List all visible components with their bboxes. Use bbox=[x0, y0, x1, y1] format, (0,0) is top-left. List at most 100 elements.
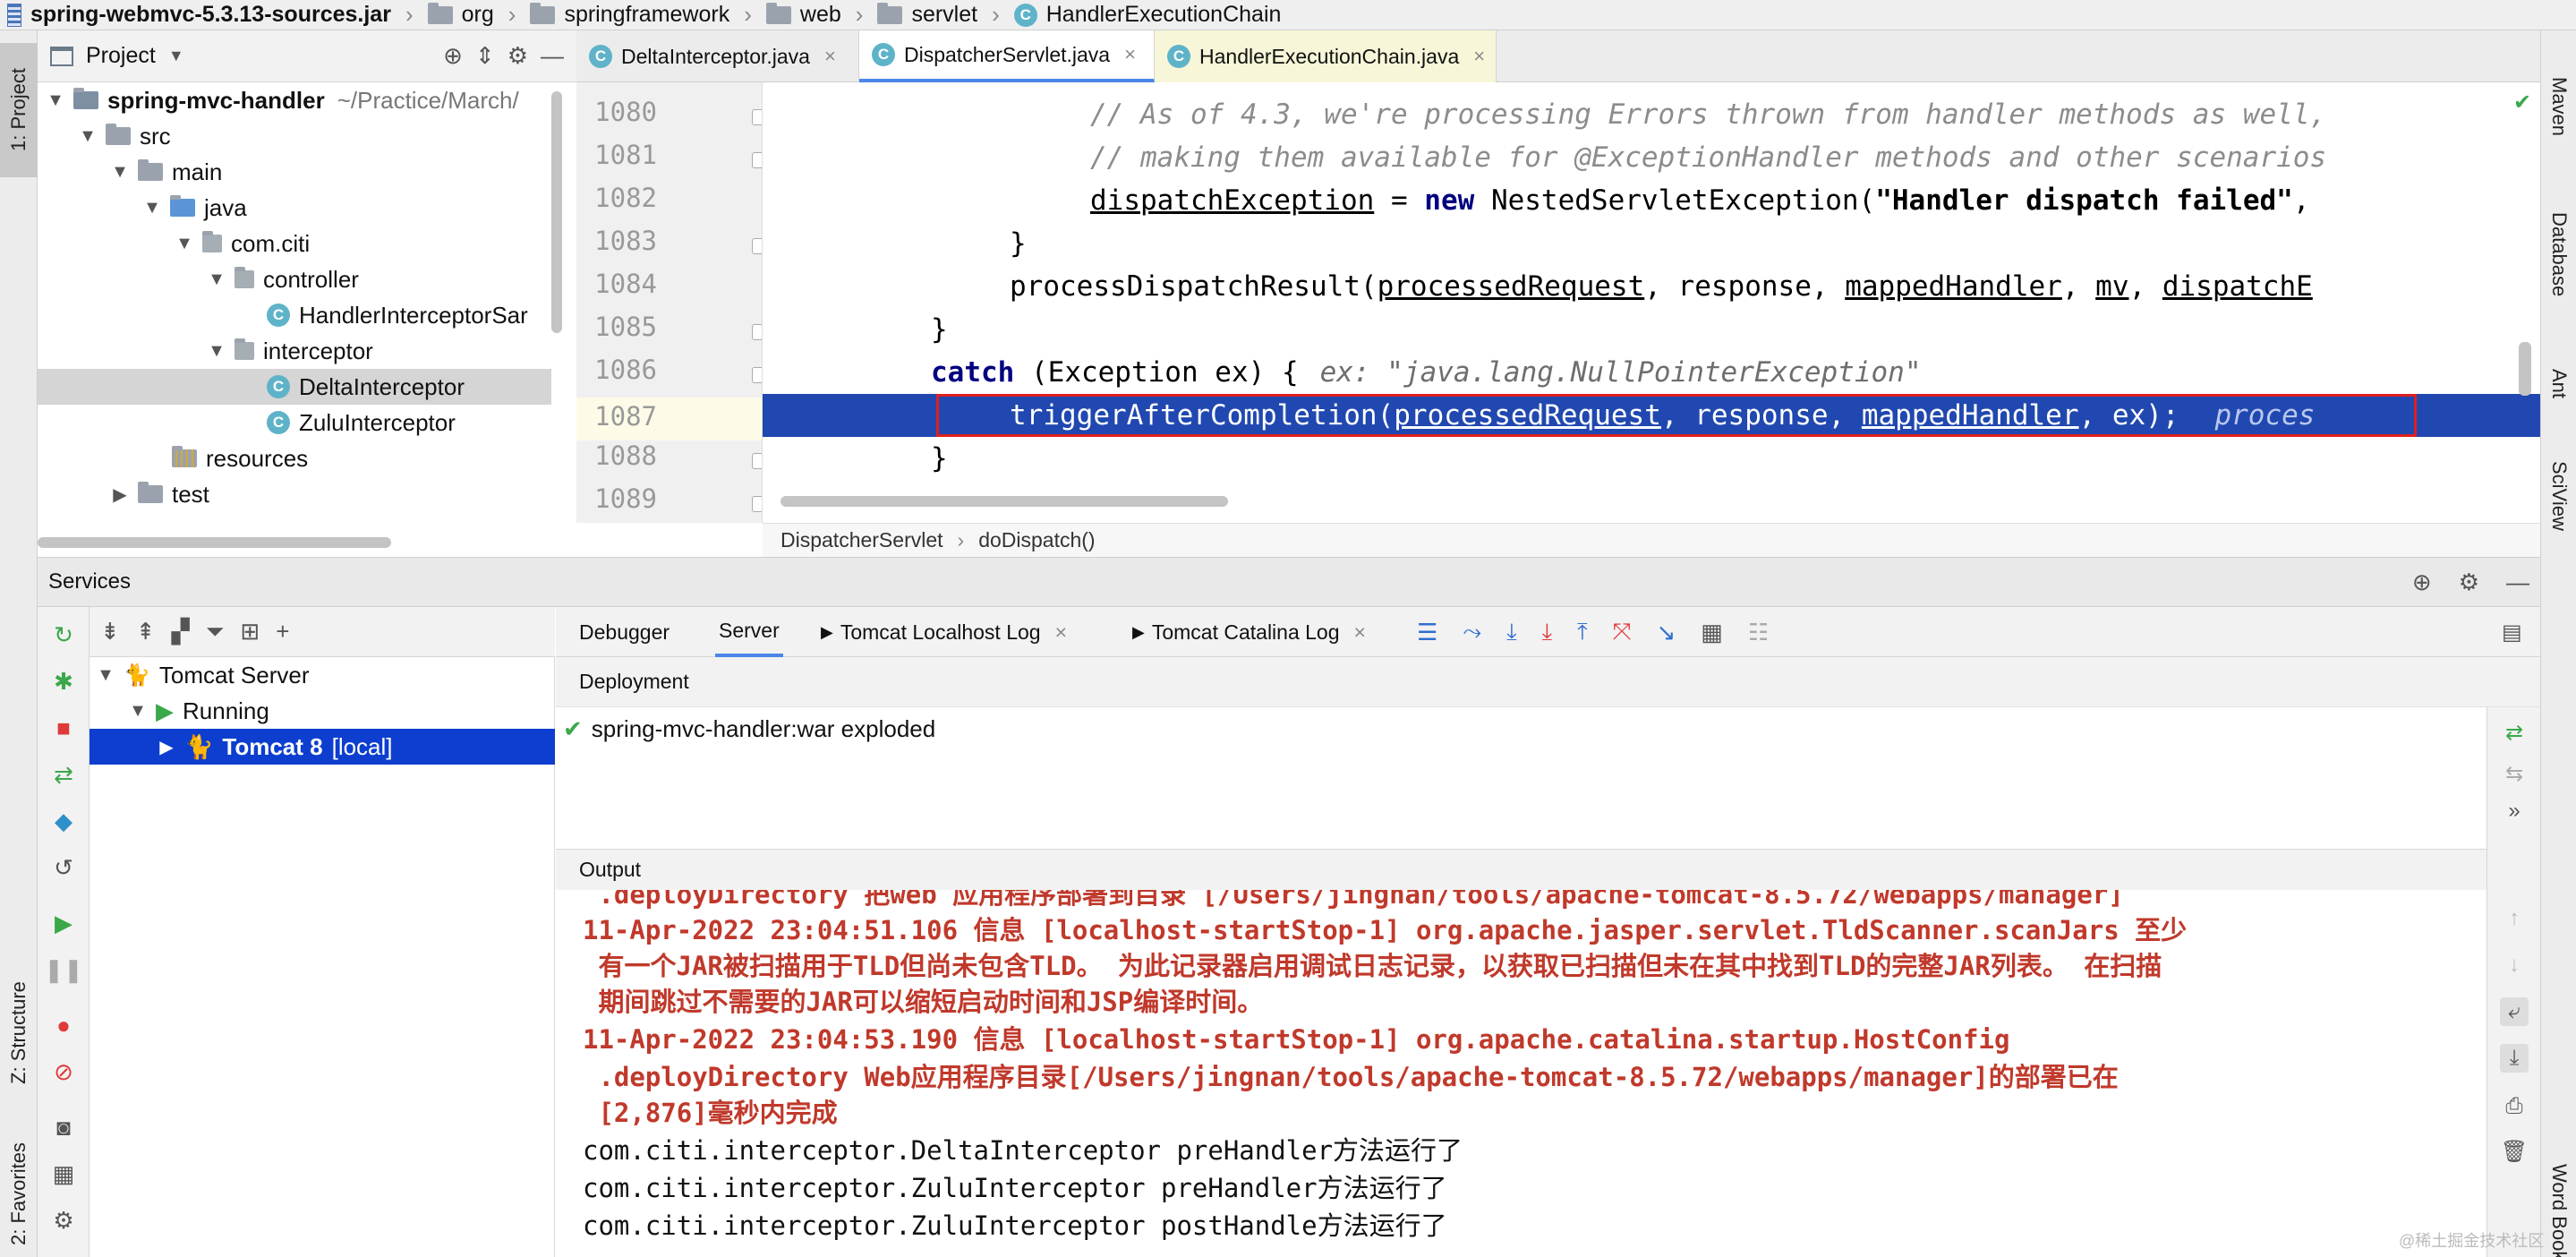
collapse-all-icon[interactable]: ⇕ bbox=[475, 42, 495, 70]
chevron-down-icon[interactable]: ▼ bbox=[208, 269, 226, 290]
tree-node-resources[interactable]: resources bbox=[172, 440, 308, 476]
locate-icon[interactable]: ⊕ bbox=[443, 42, 463, 70]
locate-icon[interactable]: ⊕ bbox=[2412, 569, 2432, 596]
run-to-cursor-icon[interactable]: ↘ bbox=[1656, 619, 1676, 646]
chevron-down-icon[interactable]: ▼ bbox=[47, 90, 64, 111]
collapse-all-icon[interactable]: ⇞ bbox=[136, 618, 156, 646]
group-by-icon[interactable]: ▞ bbox=[172, 618, 190, 646]
print-icon[interactable]: ⎙ bbox=[2500, 1092, 2529, 1121]
menu-icon[interactable]: ☰ bbox=[1417, 619, 1437, 646]
chevron-down-icon[interactable]: ▼ bbox=[97, 665, 115, 686]
close-icon[interactable]: × bbox=[1124, 43, 1136, 66]
tab-tomcat-catalina-log[interactable]: ▶ Tomcat Catalina Log × bbox=[1132, 607, 1366, 657]
resume-icon[interactable]: ▶ bbox=[50, 910, 77, 936]
sciview-tool-tab[interactable]: SciView bbox=[2541, 433, 2576, 559]
expand-all-icon[interactable]: ⇟ bbox=[100, 618, 120, 646]
chevron-down-icon[interactable]: ▼ bbox=[111, 162, 129, 183]
tree-node-interceptor[interactable]: ▼ interceptor bbox=[208, 333, 373, 369]
soft-wrap-icon[interactable]: ⤶ bbox=[2500, 997, 2529, 1026]
scroll-down-icon[interactable]: ↓ bbox=[2500, 951, 2529, 979]
camera-icon[interactable]: ◙ bbox=[50, 1114, 77, 1141]
tree-node-controller[interactable]: ▼ controller bbox=[208, 261, 359, 297]
gear-icon[interactable]: ⚙ bbox=[50, 1207, 77, 1234]
show-execution-point-icon[interactable]: ⤳ bbox=[1463, 618, 1481, 646]
database-tool-tab[interactable]: Database bbox=[2541, 174, 2576, 335]
chevron-down-icon[interactable]: ▼ bbox=[208, 341, 226, 362]
chevron-down-icon[interactable]: ▼ bbox=[143, 198, 161, 218]
tree-node-deltainterceptor[interactable]: C DeltaInterceptor bbox=[267, 369, 465, 405]
tree-node-running[interactable]: ▼ ▶ Running bbox=[129, 693, 269, 729]
tree-node-java[interactable]: ▼ java bbox=[143, 190, 247, 226]
debug-icon[interactable]: ✱ bbox=[50, 668, 77, 695]
fold-marker-icon[interactable] bbox=[752, 152, 762, 168]
tab-deltainterceptor[interactable]: C DeltaInterceptor.java × bbox=[576, 30, 859, 82]
step-into-icon[interactable]: ⤓ bbox=[1542, 618, 1553, 646]
trash-icon[interactable]: 🗑 bbox=[2500, 1137, 2529, 1166]
step-out-icon[interactable]: ⤒ bbox=[1577, 618, 1588, 646]
layout-settings-icon[interactable]: ▤ bbox=[2502, 607, 2522, 657]
tree-node-module[interactable]: ▼ spring-mvc-handler ~/Practice/March/ bbox=[47, 82, 519, 118]
fold-marker-icon[interactable] bbox=[752, 238, 762, 254]
tree-node-com-citi[interactable]: ▼ com.citi bbox=[175, 226, 310, 261]
breadcrumb-servlet[interactable]: servlet bbox=[877, 2, 977, 28]
fold-marker-icon[interactable] bbox=[752, 496, 762, 512]
gear-icon[interactable]: ⚙ bbox=[2459, 569, 2479, 596]
fold-marker-icon[interactable] bbox=[752, 367, 762, 383]
minimize-icon[interactable]: — bbox=[541, 42, 564, 70]
scroll-to-end-icon[interactable]: ⤓ bbox=[2500, 1044, 2529, 1073]
tree-node-src[interactable]: ▼ src bbox=[79, 118, 171, 154]
breadcrumb-web[interactable]: web bbox=[765, 2, 841, 28]
layout-icon[interactable]: ▦ bbox=[50, 1160, 77, 1187]
tab-debugger[interactable]: Debugger bbox=[579, 607, 670, 657]
chevron-down-icon[interactable]: ▼ bbox=[129, 701, 147, 722]
view-breakpoints-icon[interactable]: ● bbox=[50, 1012, 77, 1039]
tab-handlerexecutionchain[interactable]: C HandlerExecutionChain.java × bbox=[1155, 30, 1497, 82]
code-vertical-scrollbar[interactable] bbox=[2519, 342, 2531, 396]
breadcrumb-org[interactable]: org bbox=[427, 2, 494, 28]
tree-node-test[interactable]: ▶ test bbox=[111, 476, 209, 512]
tree-node-zuluinterceptor[interactable]: C ZuluInterceptor bbox=[267, 405, 456, 440]
breadcrumb-handlerexecutionchain[interactable]: C HandlerExecutionChain bbox=[1013, 2, 1281, 28]
maven-tool-tab[interactable]: Maven bbox=[2541, 48, 2576, 165]
close-icon[interactable]: × bbox=[1354, 620, 1366, 645]
chevron-down-icon[interactable]: ▼ bbox=[79, 126, 97, 147]
drop-frame-icon[interactable]: ⤧ bbox=[1613, 618, 1632, 646]
deploy-all-icon[interactable]: ◆ bbox=[50, 808, 77, 834]
add-icon[interactable]: + bbox=[276, 618, 289, 646]
chevron-down-icon[interactable]: ▼ bbox=[168, 47, 184, 65]
close-icon[interactable]: × bbox=[1473, 45, 1485, 68]
wordbook-tool-tab[interactable]: Word Book bbox=[2541, 1150, 2576, 1257]
tab-dispatcherservlet[interactable]: C DispatcherServlet.java × bbox=[859, 30, 1155, 82]
breadcrumb-method[interactable]: doDispatch() bbox=[978, 528, 1095, 552]
structure-tool-tab[interactable]: Z: Structure bbox=[0, 944, 38, 1123]
project-tool-tab[interactable]: 1: Project bbox=[0, 43, 38, 177]
close-icon[interactable]: × bbox=[1055, 620, 1067, 645]
refresh-icon[interactable]: ↺ bbox=[50, 854, 77, 881]
tree-node-handlerinterceptor[interactable]: C HandlerInterceptorSar bbox=[267, 297, 528, 333]
scroll-up-icon[interactable]: ↑ bbox=[2500, 904, 2529, 933]
minimize-icon[interactable]: — bbox=[2506, 569, 2529, 596]
chevron-down-icon[interactable]: ▼ bbox=[175, 234, 193, 254]
fold-marker-icon[interactable] bbox=[752, 453, 762, 469]
tree-node-tomcat8[interactable]: ▶ 🐈 Tomcat 8 [local] bbox=[158, 729, 392, 765]
tree-vertical-scrollbar[interactable] bbox=[551, 91, 562, 333]
tab-tomcat-localhost-log[interactable]: ▶ Tomcat Localhost Log × bbox=[821, 607, 1067, 657]
fold-marker-icon[interactable] bbox=[752, 324, 762, 340]
ant-tool-tab[interactable]: Ant bbox=[2541, 344, 2576, 424]
tree-node-tomcat-server[interactable]: ▼ 🐈 Tomcat Server bbox=[97, 657, 309, 693]
fold-marker-icon[interactable] bbox=[752, 109, 762, 125]
undeploy-icon[interactable]: ⇆ bbox=[2500, 759, 2529, 788]
mute-breakpoints-icon[interactable]: ⊘ bbox=[50, 1058, 77, 1085]
tab-server[interactable]: Server bbox=[715, 607, 783, 657]
favorites-tool-tab[interactable]: 2: Favorites bbox=[0, 1132, 38, 1257]
filter-icon[interactable]: ⏷ bbox=[206, 618, 225, 646]
tree-horizontal-scrollbar[interactable] bbox=[38, 537, 391, 548]
deploy-icon[interactable]: ⇄ bbox=[50, 761, 77, 788]
breadcrumb-jar[interactable]: spring-webmvc-5.3.13-sources.jar bbox=[7, 2, 391, 28]
new-tab-icon[interactable]: ⊞ bbox=[240, 618, 260, 646]
rerun-icon[interactable]: ↻ bbox=[50, 621, 77, 648]
pause-icon[interactable]: ❚❚ bbox=[44, 956, 83, 983]
deploy-icon[interactable]: ⇄ bbox=[2500, 718, 2529, 747]
breadcrumb-springframework[interactable]: springframework bbox=[530, 2, 729, 28]
output-console[interactable]: .deployDirectory 把web 应用程序部署到目录 [/Users/… bbox=[556, 890, 2486, 1257]
